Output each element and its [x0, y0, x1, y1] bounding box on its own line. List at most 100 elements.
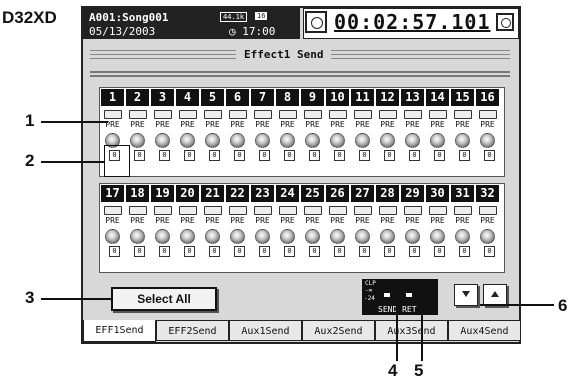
pre-post-switch[interactable]	[329, 110, 347, 119]
song-date: 05/13/2003	[89, 25, 156, 38]
channel-strip: 5 PRE 0	[201, 89, 225, 177]
callout-1: 1	[25, 111, 35, 130]
send-level-knob[interactable]	[230, 229, 245, 244]
page-down-button[interactable]	[454, 284, 478, 306]
send-level-value: 0	[134, 246, 145, 257]
pre-post-switch[interactable]	[304, 206, 322, 215]
channel-strip: 21 PRE 0	[201, 185, 225, 273]
pre-post-switch[interactable]	[379, 206, 397, 215]
send-level-knob[interactable]	[355, 133, 370, 148]
send-level-value: 0	[384, 150, 395, 161]
pre-post-switch[interactable]	[179, 110, 197, 119]
select-all-button[interactable]: Select All	[111, 287, 217, 311]
pre-post-switch[interactable]	[104, 206, 122, 215]
send-level-knob[interactable]	[430, 229, 445, 244]
send-level-knob[interactable]	[455, 133, 470, 148]
pre-post-switch[interactable]	[154, 206, 172, 215]
pre-post-switch[interactable]	[479, 110, 497, 119]
send-level-knob[interactable]	[355, 229, 370, 244]
pre-post-switch[interactable]	[204, 206, 222, 215]
send-level-knob[interactable]	[205, 229, 220, 244]
pre-post-switch[interactable]	[404, 110, 422, 119]
pre-post-switch[interactable]	[379, 110, 397, 119]
pre-post-switch[interactable]	[229, 110, 247, 119]
send-level-knob[interactable]	[205, 133, 220, 148]
pre-post-switch[interactable]	[104, 110, 122, 119]
send-level-knob[interactable]	[105, 229, 120, 244]
pre-post-switch[interactable]	[429, 206, 447, 215]
send-level-knob[interactable]	[255, 133, 270, 148]
timer-icon[interactable]	[496, 13, 514, 31]
send-level-value: 0	[159, 150, 170, 161]
page-up-button[interactable]	[483, 284, 507, 306]
channel-number: 12	[376, 89, 399, 106]
send-level-knob[interactable]	[305, 133, 320, 148]
pre-post-switch[interactable]	[279, 110, 297, 119]
channel-number: 28	[376, 185, 399, 202]
send-level-knob[interactable]	[155, 133, 170, 148]
pre-post-switch[interactable]	[179, 206, 197, 215]
pre-post-switch[interactable]	[279, 206, 297, 215]
pre-post-switch[interactable]	[254, 110, 272, 119]
callout-line-1	[41, 121, 108, 123]
send-level-knob[interactable]	[430, 133, 445, 148]
send-level-knob[interactable]	[330, 133, 345, 148]
pre-post-switch[interactable]	[354, 110, 372, 119]
tab-aux1send[interactable]: Aux1Send	[229, 320, 302, 341]
divider	[90, 71, 510, 73]
pre-post-switch[interactable]	[454, 206, 472, 215]
page-title: Effect1 Send	[236, 46, 332, 64]
pre-post-label: PRE	[180, 216, 195, 225]
send-level-knob[interactable]	[380, 133, 395, 148]
pre-post-switch[interactable]	[329, 206, 347, 215]
pre-post-switch[interactable]	[479, 206, 497, 215]
send-level-knob[interactable]	[480, 133, 495, 148]
tab-aux3send[interactable]: Aux3Send	[375, 320, 448, 341]
tab-eff1send[interactable]: EFF1Send	[83, 320, 156, 342]
pre-post-switch[interactable]	[354, 206, 372, 215]
send-level-value: 0	[484, 150, 495, 161]
clock-icon[interactable]	[305, 11, 327, 33]
send-level-knob[interactable]	[480, 229, 495, 244]
send-level-knob[interactable]	[130, 133, 145, 148]
send-level-knob[interactable]	[305, 229, 320, 244]
send-level-knob[interactable]	[405, 133, 420, 148]
pre-post-switch[interactable]	[429, 110, 447, 119]
tab-aux4send[interactable]: Aux4Send	[448, 320, 521, 341]
send-level-knob[interactable]	[230, 133, 245, 148]
pre-post-switch[interactable]	[404, 206, 422, 215]
pre-post-switch[interactable]	[254, 206, 272, 215]
send-level-knob[interactable]	[280, 133, 295, 148]
send-level-knob[interactable]	[180, 229, 195, 244]
channel-number: 17	[101, 185, 124, 202]
send-level-knob[interactable]	[380, 229, 395, 244]
send-level-knob[interactable]	[255, 229, 270, 244]
pre-post-switch[interactable]	[304, 110, 322, 119]
pre-post-switch[interactable]	[229, 206, 247, 215]
pre-post-label: PRE	[130, 216, 145, 225]
send-level-knob[interactable]	[155, 229, 170, 244]
pre-post-switch[interactable]	[454, 110, 472, 119]
send-level-value: 0	[334, 150, 345, 161]
send-level-knob[interactable]	[455, 229, 470, 244]
send-level-value: 0	[134, 150, 145, 161]
send-level-knob[interactable]	[130, 229, 145, 244]
channel-number: 16	[476, 89, 499, 106]
send-level-value: 0	[334, 246, 345, 257]
pre-post-switch[interactable]	[129, 206, 147, 215]
pre-post-switch[interactable]	[154, 110, 172, 119]
channel-strip: 10 PRE 0	[326, 89, 350, 177]
tab-aux2send[interactable]: Aux2Send	[302, 320, 375, 341]
send-level-knob[interactable]	[180, 133, 195, 148]
send-level-knob[interactable]	[330, 229, 345, 244]
pre-post-switch[interactable]	[129, 110, 147, 119]
send-level-value: 0	[409, 150, 420, 161]
tab-eff2send[interactable]: EFF2Send	[156, 320, 229, 341]
send-level-value: 0	[284, 150, 295, 161]
send-level-knob[interactable]	[280, 229, 295, 244]
channel-strip: 6 PRE 0	[226, 89, 250, 177]
channel-strip: 29 PRE 0	[401, 185, 425, 273]
send-level-knob[interactable]	[405, 229, 420, 244]
pre-post-switch[interactable]	[204, 110, 222, 119]
meter-bar-return	[406, 293, 412, 297]
